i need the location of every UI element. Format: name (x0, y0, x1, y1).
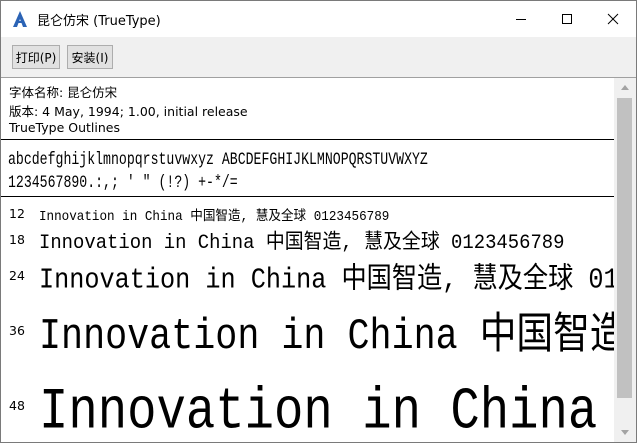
charset-digits: 1234567890.:,; ' " (!?) +-*/= (8, 173, 238, 193)
sample-row: Innovation in China 中国智造, 慧及全球 012345678… (39, 208, 390, 225)
close-button[interactable] (590, 1, 636, 37)
scroll-up-icon[interactable] (620, 83, 630, 93)
close-icon (607, 13, 619, 25)
maximize-button[interactable] (544, 1, 590, 37)
vertical-scrollbar[interactable] (614, 78, 636, 442)
minimize-icon (516, 19, 526, 20)
window-title: 昆仑仿宋 (TrueType) (37, 14, 161, 29)
title-bar[interactable]: 昆仑仿宋 (TrueType) (1, 1, 636, 37)
toolbar: 打印(P) 安装(I) (1, 37, 636, 78)
font-outline-line: TrueType Outlines (9, 120, 120, 135)
size-label: 18 (9, 232, 25, 247)
scrollbar-thumb[interactable] (617, 98, 632, 398)
size-label: 24 (9, 268, 25, 283)
divider (1, 196, 614, 197)
sample-row: Innovation in China 中国智造, 慧及全球 012345678… (39, 379, 614, 442)
sample-row: Innovation in China 中国智造, 慧及全球 012345678… (39, 231, 565, 255)
sample-row: Innovation in China 中国智造, 慧及全球 012345678… (39, 264, 614, 298)
font-viewer-icon (13, 11, 27, 27)
maximize-icon (562, 14, 572, 24)
sample-row: Innovation in China 中国智造, 慧及全球 012345678… (39, 312, 614, 362)
divider (1, 139, 614, 140)
size-label: 12 (9, 206, 25, 221)
size-label: 36 (9, 323, 25, 338)
font-preview-window: 昆仑仿宋 (TrueType) 打印(P) 安装(I) 字体名称: 昆仑仿宋 版… (0, 0, 637, 443)
size-label: 48 (9, 398, 25, 413)
charset-letters: abcdefghijklmnopqrstuvwxyz ABCDEFGHIJKLM… (8, 150, 428, 170)
font-version-line: 版本: 4 May, 1994; 1.00, initial release (9, 104, 248, 119)
minimize-button[interactable] (498, 1, 544, 37)
print-button[interactable]: 打印(P) (12, 45, 60, 69)
font-preview-area: 字体名称: 昆仑仿宋 版本: 4 May, 1994; 1.00, initia… (1, 78, 614, 442)
scroll-down-icon[interactable] (620, 427, 630, 437)
font-name-line: 字体名称: 昆仑仿宋 (9, 85, 118, 100)
install-button[interactable]: 安装(I) (67, 45, 113, 69)
